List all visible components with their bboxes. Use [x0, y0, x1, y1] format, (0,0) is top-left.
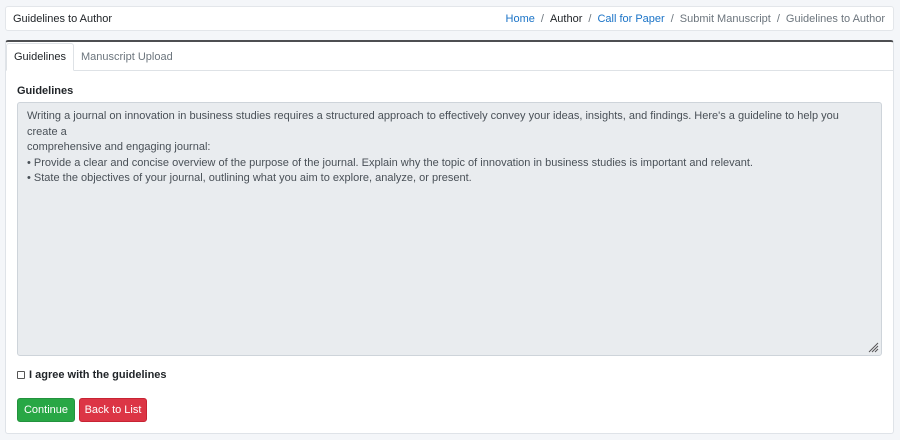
- guidelines-textarea[interactable]: Writing a journal on innovation in busin…: [17, 102, 882, 356]
- guidelines-heading: Guidelines: [17, 85, 74, 97]
- breadcrumb-separator: /: [670, 12, 674, 25]
- resize-grip-icon[interactable]: [868, 342, 879, 353]
- tab-manuscript-upload[interactable]: Manuscript Upload: [74, 43, 180, 71]
- guidelines-line: • State the objectives of your journal, …: [27, 172, 472, 184]
- agree-label[interactable]: I agree with the guidelines: [29, 369, 167, 381]
- guidelines-card: Guidelines Manuscript Upload Guidelines …: [5, 40, 894, 434]
- breadcrumb-home-link[interactable]: Home: [506, 13, 535, 25]
- page-header: Guidelines to Author Home / Author / Cal…: [5, 6, 894, 31]
- agree-row: I agree with the guidelines: [17, 369, 167, 381]
- breadcrumb: Home / Author / Call for Paper / Submit …: [506, 13, 885, 25]
- page-title: Guidelines to Author: [13, 12, 113, 25]
- breadcrumb-submit-manuscript: Submit Manuscript: [679, 12, 771, 25]
- breadcrumb-separator: /: [588, 12, 592, 25]
- back-to-list-button[interactable]: Back to List: [79, 398, 147, 422]
- tab-guidelines[interactable]: Guidelines: [6, 43, 74, 71]
- continue-button[interactable]: Continue: [17, 398, 75, 422]
- breadcrumb-separator: /: [776, 12, 780, 25]
- agree-checkbox[interactable]: [17, 371, 25, 379]
- guidelines-line: Writing a journal on innovation in busin…: [27, 110, 839, 138]
- breadcrumb-call-for-paper-link[interactable]: Call for Paper: [597, 13, 664, 25]
- breadcrumb-separator: /: [540, 12, 544, 25]
- breadcrumb-current: Guidelines to Author: [785, 12, 885, 25]
- breadcrumb-author: Author: [549, 12, 583, 25]
- tab-bar: Guidelines Manuscript Upload: [6, 42, 893, 71]
- guidelines-line: comprehensive and engaging journal:: [27, 141, 211, 153]
- guidelines-line: • Provide a clear and concise overview o…: [27, 156, 753, 169]
